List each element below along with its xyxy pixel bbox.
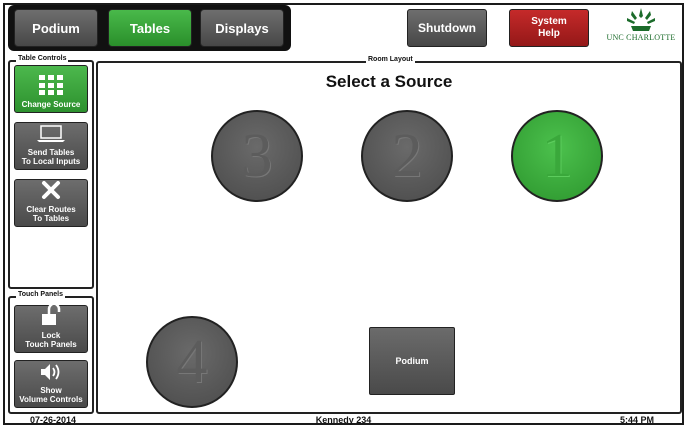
table-3-number: 3 (241, 121, 273, 190)
footer-time: 5:44 PM (620, 415, 655, 425)
tab-tables[interactable]: Tables (108, 9, 192, 47)
table-1-button[interactable]: 1 (511, 110, 603, 202)
table-3-button[interactable]: 3 (211, 110, 303, 202)
logo-text: UNC CHARLOTTE (606, 33, 676, 42)
tab-displays[interactable]: Displays (200, 9, 284, 47)
help-label-line1: System (531, 16, 567, 27)
close-icon (41, 180, 61, 202)
table-4-button[interactable]: 4 (146, 316, 238, 408)
table-2-number: 2 (391, 121, 423, 190)
change-source-label: Change Source (21, 100, 81, 109)
change-source-button[interactable]: Change Source (14, 65, 88, 113)
tab-podium-label: Podium (32, 20, 80, 36)
room-layout-panel: Room Layout Select a Source 3 2 1 4 Podi… (96, 56, 682, 414)
help-label-line2: Help (538, 28, 560, 39)
table-4-number: 4 (176, 327, 208, 396)
top-nav-tabs: Podium Tables Displays (8, 5, 291, 51)
lock-label-line2: Touch Panels (25, 340, 77, 349)
table-controls-panel: Table Controls Change Source Send Tables… (8, 55, 94, 289)
room-layout-label: Room Layout (366, 56, 415, 63)
crown-logo-icon (627, 8, 655, 31)
table-1-number: 1 (541, 121, 573, 190)
unc-charlotte-logo: UNC CHARLOTTE (600, 8, 682, 50)
laptop-icon (36, 125, 66, 145)
grid-icon (39, 75, 63, 97)
footer-room-name: Kennedy 234 (315, 415, 372, 425)
touch-panels-label: Touch Panels (16, 291, 65, 298)
touch-panels-panel: Touch Panels Lock Touch Panels Show Volu… (8, 291, 94, 414)
table-controls-label: Table Controls (16, 55, 69, 62)
system-help-button[interactable]: System Help (509, 9, 589, 47)
clear-routes-label-line1: Clear Routes (26, 205, 76, 214)
send-tables-label-line2: To Local Inputs (21, 157, 81, 166)
lock-label-line1: Lock (41, 331, 61, 340)
table-2-button[interactable]: 2 (361, 110, 453, 202)
shutdown-label: Shutdown (418, 21, 476, 35)
podium-button[interactable]: Podium (369, 327, 455, 395)
shutdown-button[interactable]: Shutdown (407, 9, 487, 47)
lock-icon (40, 302, 62, 328)
page-title: Select a Source (325, 72, 453, 91)
send-tables-label-line1: Send Tables (27, 148, 75, 157)
clear-routes-label-line2: To Tables (32, 214, 70, 223)
speaker-icon (39, 363, 63, 383)
podium-label: Podium (395, 356, 429, 366)
lock-touch-panels-button[interactable]: Lock Touch Panels (14, 302, 88, 353)
send-tables-button[interactable]: Send Tables To Local Inputs (14, 122, 88, 170)
show-volume-controls-button[interactable]: Show Volume Controls (14, 360, 88, 408)
volume-label-line2: Volume Controls (19, 395, 83, 404)
tab-podium[interactable]: Podium (14, 9, 98, 47)
tab-tables-label: Tables (129, 20, 171, 36)
volume-label-line1: Show (40, 386, 62, 395)
clear-routes-button[interactable]: Clear Routes To Tables (14, 179, 88, 227)
tab-displays-label: Displays (215, 20, 269, 36)
